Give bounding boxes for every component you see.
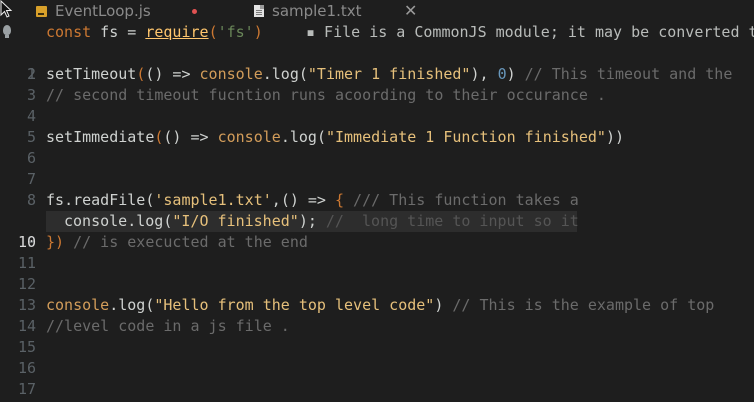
modified-dot-icon <box>192 9 197 14</box>
tab-bar: EventLoop.js sample1.txt ✕ <box>0 0 754 22</box>
line-code: console.log("I/O finished"); // long tim… <box>64 212 579 230</box>
close-icon[interactable]: ✕ <box>404 1 417 20</box>
code-line: 5 <box>0 106 754 146</box>
js-file-icon <box>36 5 47 17</box>
code-line: 1 const fs = require('fs') ▪ File is a C… <box>0 22 754 83</box>
code-line: 16 <box>0 337 754 377</box>
lightbulb-icon[interactable] <box>3 25 11 38</box>
line-code: //level code in a js file . <box>46 317 290 335</box>
code-line: 2 <box>0 43 754 83</box>
code-line: 14 console.log("Hello from the top level… <box>0 295 754 335</box>
code-line: 13 <box>0 274 754 314</box>
line-code: // second timeout fucntion runs acoordin… <box>46 86 606 104</box>
code-line: 4 // second timeout fucntion runs acoord… <box>0 85 754 125</box>
cursor-arrow-icon <box>0 0 13 18</box>
code-line: 8 <box>0 169 754 209</box>
code-line: 11 }) // is execucted at the end <box>0 232 754 272</box>
code-line: 6 setImmediate(() => console.log("Immedi… <box>0 127 754 167</box>
line-code: setImmediate(() => console.log("Immediat… <box>46 128 624 146</box>
code-line: 15 //level code in a js file . <box>0 316 754 356</box>
code-line-current: 10 console.log("I/O finished"); // long … <box>0 211 754 251</box>
line-code: const fs = require('fs') <box>46 23 263 41</box>
line-code: console.log("Hello from the top level co… <box>46 296 715 314</box>
code-line: 7 <box>0 148 754 188</box>
code-editor[interactable]: 1 const fs = require('fs') ▪ File is a C… <box>0 22 754 402</box>
line-code: setTimeout(() => console.log("Timer 1 fi… <box>46 65 733 83</box>
code-line: 12 <box>0 253 754 293</box>
editor-window: EventLoop.js sample1.txt ✕ 1 const fs = … <box>0 0 754 402</box>
tab-eventloop[interactable]: EventLoop.js <box>36 0 151 22</box>
tab-label: sample1.txt <box>272 2 362 20</box>
tab-label: EventLoop.js <box>55 2 151 20</box>
tab-sample1[interactable]: sample1.txt <box>254 0 362 22</box>
code-line: 17 <box>0 358 754 398</box>
code-line: 9 fs.readFile('sample1.txt',() => { /// … <box>0 190 754 251</box>
line-code: fs.readFile('sample1.txt',() => { /// Th… <box>46 191 579 209</box>
line-code: }) // is execucted at the end <box>46 233 308 251</box>
code-line: 3 setTimeout(() => console.log("Timer 1 … <box>0 64 754 104</box>
text-file-icon <box>254 5 264 17</box>
inlay-hint[interactable]: ▪ File is a CommonJS module; it may be c… <box>306 22 754 43</box>
code-line: 18 <box>0 379 754 402</box>
